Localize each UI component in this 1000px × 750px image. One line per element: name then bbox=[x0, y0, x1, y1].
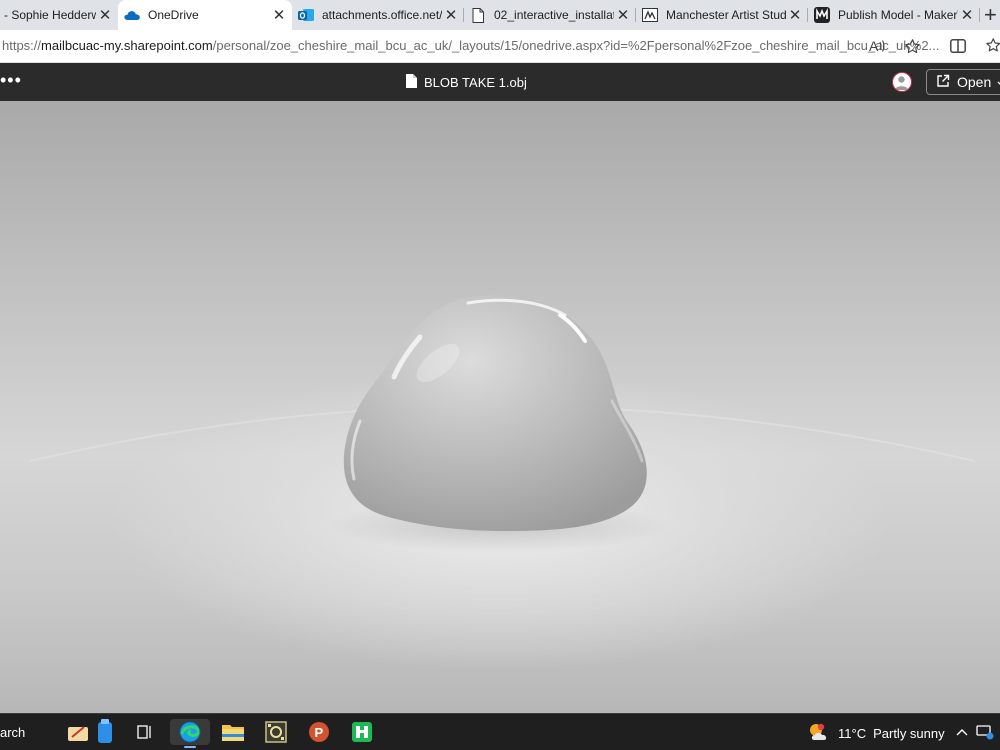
onedrive-icon bbox=[124, 7, 140, 23]
weather-widget[interactable]: 11°C Partly sunny bbox=[808, 722, 945, 745]
read-aloud-icon[interactable]: A bbox=[868, 36, 888, 56]
tab-publish-model-makerworld[interactable]: Publish Model - MakerWo ✕ bbox=[808, 0, 980, 30]
new-tab-button[interactable]: + bbox=[984, 2, 997, 28]
studio-icon bbox=[642, 7, 658, 23]
browser-tab-strip: - Sophie Hedderwick ✕ OneDrive ✕ attachm… bbox=[0, 0, 1000, 30]
powerpoint-icon[interactable]: P bbox=[306, 719, 332, 745]
file-explorer-icon[interactable] bbox=[220, 719, 246, 745]
tab-close-icon[interactable]: ✕ bbox=[96, 6, 114, 24]
open-button-label: Open bbox=[957, 74, 992, 90]
address-bar: https://mailbcuac-my.sharepoint.com/pers… bbox=[0, 30, 1000, 63]
tab-title: attachments.office.net/ma bbox=[322, 8, 442, 22]
tab-close-icon[interactable]: ✕ bbox=[614, 6, 632, 24]
tab-title: Manchester Artist Studio bbox=[666, 8, 786, 22]
url-field[interactable]: https://mailbcuac-my.sharepoint.com/pers… bbox=[2, 38, 939, 53]
document-icon bbox=[406, 74, 417, 91]
tab-close-icon[interactable]: ✕ bbox=[270, 6, 288, 24]
taskbar-search-box[interactable]: arch bbox=[0, 725, 25, 740]
task-view-icon[interactable] bbox=[132, 719, 158, 745]
media-app-icon[interactable] bbox=[263, 719, 289, 745]
file-title: BLOB TAKE 1.obj bbox=[406, 74, 527, 91]
outlook-icon bbox=[298, 7, 314, 23]
file-viewer-header: ••• BLOB TAKE 1.obj Open bbox=[0, 63, 1000, 101]
tab-onedrive[interactable]: OneDrive ✕ bbox=[118, 0, 292, 30]
green-app-icon[interactable] bbox=[349, 719, 375, 745]
weather-temperature: 11°C bbox=[838, 726, 867, 741]
tab-close-icon[interactable]: ✕ bbox=[786, 6, 804, 24]
avatar[interactable] bbox=[892, 72, 912, 92]
3d-model-blob bbox=[343, 295, 647, 531]
tab-close-icon[interactable]: ✕ bbox=[958, 6, 976, 24]
search-highlight-icon[interactable] bbox=[66, 719, 120, 745]
document-icon bbox=[470, 7, 486, 23]
makerworld-icon bbox=[814, 7, 830, 23]
tab-interactive-installation[interactable]: 02_interactive_installation ✕ bbox=[464, 0, 636, 30]
svg-text:P: P bbox=[315, 725, 324, 740]
tab-sophie-hedderwick[interactable]: - Sophie Hedderwick ✕ bbox=[0, 0, 118, 30]
tab-attachments[interactable]: attachments.office.net/ma ✕ bbox=[292, 0, 464, 30]
tab-title: Publish Model - MakerWo bbox=[838, 8, 958, 22]
split-screen-icon[interactable] bbox=[948, 36, 968, 56]
active-app-indicator bbox=[184, 746, 196, 748]
url-path: /personal/zoe_cheshire_mail_bcu_ac_uk/_l… bbox=[212, 38, 940, 53]
svg-text:A: A bbox=[869, 38, 879, 54]
favorites-icon[interactable] bbox=[984, 36, 1000, 56]
tab-manchester-artist-studio[interactable]: Manchester Artist Studio ✕ bbox=[636, 0, 808, 30]
windows-taskbar: arch P 11°C Partly sunny bbox=[0, 713, 1000, 750]
tab-close-icon[interactable]: ✕ bbox=[442, 6, 460, 24]
tab-title: 02_interactive_installation bbox=[494, 8, 614, 22]
3d-model-viewport[interactable] bbox=[0, 101, 1000, 713]
tab-title: OneDrive bbox=[148, 8, 199, 22]
tab-title: - Sophie Hedderwick bbox=[4, 8, 96, 22]
open-external-icon bbox=[936, 74, 950, 91]
chevron-up-icon[interactable] bbox=[956, 724, 968, 739]
file-name-label: BLOB TAKE 1.obj bbox=[424, 75, 527, 90]
partly-sunny-icon bbox=[808, 722, 830, 745]
more-options-icon[interactable]: ••• bbox=[0, 71, 22, 89]
url-prefix: https:// bbox=[2, 38, 42, 53]
weather-condition: Partly sunny bbox=[873, 726, 945, 741]
edge-icon[interactable] bbox=[170, 719, 210, 748]
open-button[interactable]: Open bbox=[926, 69, 1000, 95]
3d-model-canvas bbox=[29, 295, 976, 552]
network-icon[interactable] bbox=[976, 724, 994, 743]
url-domain: mailbcuac-my.sharepoint.com bbox=[41, 38, 213, 53]
tab-separator bbox=[979, 8, 980, 22]
favorite-star-icon[interactable] bbox=[902, 36, 922, 56]
